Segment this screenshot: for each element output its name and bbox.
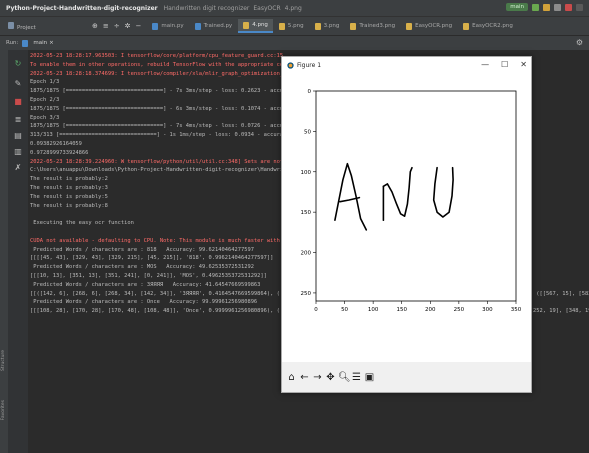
tab-label: 3.png xyxy=(323,23,340,29)
image-file-icon xyxy=(350,22,357,30)
python-run-icon xyxy=(22,39,29,47)
tab-easyocr2-png[interactable]: EasyOCR2.png xyxy=(458,19,518,33)
tab-3-png[interactable]: 3.png xyxy=(310,19,345,33)
run-config-name: main xyxy=(33,40,48,46)
figure-canvas[interactable]: 0 50 100 150 200 250 300 350 0 50 100 150 200 250 xyxy=(282,73,531,363)
settings-icon[interactable]: ✲ xyxy=(125,22,131,30)
close-tab-icon[interactable]: × xyxy=(49,40,54,46)
image-file-icon xyxy=(314,22,321,30)
y-tick-label: 200 xyxy=(301,251,312,257)
project-selector[interactable]: Project xyxy=(0,21,92,31)
branch-selector[interactable]: main xyxy=(506,3,528,11)
image-file-icon xyxy=(243,21,250,29)
window-controls: — ☐ ✕ xyxy=(481,60,527,69)
run-gutter: ↻ ✎ ■ ≣ ▤ ▥ ✗ xyxy=(8,50,28,453)
x-tick-label: 250 xyxy=(454,307,465,313)
plot-svg: 0 50 100 150 200 250 300 350 0 50 100 150 200 250 xyxy=(301,89,522,313)
tab-main-py[interactable]: main.py xyxy=(147,19,188,33)
gear-icon[interactable]: ⚙ xyxy=(576,38,583,47)
tab-label: 4.png xyxy=(252,22,268,28)
figure-window[interactable]: Figure 1 — ☐ ✕ 0 50 100 150 200 250 300 350 0 50 1… xyxy=(281,56,532,393)
x-tick-label: 0 xyxy=(314,307,318,313)
minimize-button[interactable]: — xyxy=(481,60,489,69)
layout-icon[interactable]: ≣ xyxy=(12,114,24,126)
stop-icon[interactable] xyxy=(565,3,572,11)
figure-title: Figure 1 xyxy=(297,61,322,69)
image-file-icon xyxy=(278,22,285,30)
folder-icon xyxy=(8,21,14,29)
project-selector-label: Project xyxy=(17,24,36,31)
breadcrumb-folder[interactable]: Handwritten digit recognizer xyxy=(164,5,250,12)
hide-icon[interactable]: − xyxy=(136,22,142,30)
y-tick-label: 100 xyxy=(301,170,312,176)
python-file-icon xyxy=(152,22,159,30)
back-icon[interactable]: ← xyxy=(299,372,310,383)
tab-label: main.py xyxy=(161,23,184,29)
y-tick-label: 50 xyxy=(304,129,311,135)
locate-icon[interactable]: ⊕ xyxy=(92,22,98,30)
sort-icon[interactable]: ÷ xyxy=(114,22,120,30)
x-tick-label: 150 xyxy=(396,307,407,313)
collapse-icon[interactable]: ≡ xyxy=(103,22,109,30)
tab-label: 5.png xyxy=(287,23,304,29)
tab-easyocr-png[interactable]: EasyOCR.png xyxy=(401,19,457,33)
run-icon[interactable] xyxy=(532,3,539,11)
trash-icon[interactable]: ▥ xyxy=(12,146,24,158)
y-tick-label: 0 xyxy=(308,89,312,95)
zoom-icon[interactable]: 🔍︎ xyxy=(338,372,351,383)
coverage-icon[interactable] xyxy=(554,3,561,11)
image-file-icon xyxy=(463,22,470,30)
tab-5-png[interactable]: 5.png xyxy=(274,19,309,33)
close-button[interactable]: ✕ xyxy=(520,60,527,69)
project-tools: ⊕ ≡ ÷ ✲ − xyxy=(92,22,141,30)
x-tick-label: 300 xyxy=(482,307,493,313)
tab-label: Trained.py xyxy=(203,23,233,29)
x-tick-label: 200 xyxy=(425,307,436,313)
window-titlebar: Python-Project-Handwritten-digit-recogni… xyxy=(0,0,589,16)
wrench-icon[interactable]: ✎ xyxy=(12,78,24,90)
x-tick-label: 350 xyxy=(511,307,522,313)
x-tick-label: 50 xyxy=(341,307,348,313)
y-tick-label: 150 xyxy=(301,210,312,216)
figure-toolbar: ⌂ ← → ✥ 🔍︎ ☰ ▣ xyxy=(282,362,531,392)
rerun-icon[interactable]: ↻ xyxy=(12,58,24,70)
breadcrumb-file[interactable]: 4.png xyxy=(285,5,302,12)
tab-label: Trained3.png xyxy=(359,23,396,29)
image-file-icon xyxy=(406,22,413,30)
tab-trained3-png[interactable]: Trained3.png xyxy=(345,19,400,33)
tab-trained-py[interactable]: Trained.py xyxy=(190,19,238,33)
project-name: Python-Project-Handwritten-digit-recogni… xyxy=(6,4,158,12)
tab-label: EasyOCR.png xyxy=(415,23,453,29)
python-file-icon xyxy=(194,22,201,30)
y-tick-label: 250 xyxy=(301,291,312,297)
structure-tab[interactable]: Structure xyxy=(1,350,6,371)
pan-icon[interactable]: ✥ xyxy=(325,372,336,383)
save-icon[interactable]: ▣ xyxy=(364,372,375,383)
left-tool-strip: Structure Favorites xyxy=(0,50,8,453)
forward-icon[interactable]: → xyxy=(312,372,323,383)
stop-icon[interactable]: ■ xyxy=(12,96,24,108)
titlebar-actions: main xyxy=(506,3,583,11)
run-toolwindow-header: Run: main × ⚙ xyxy=(0,36,589,50)
favorites-tab[interactable]: Favorites xyxy=(1,400,6,420)
debug-icon[interactable] xyxy=(543,3,550,11)
run-config-tab[interactable]: main × xyxy=(22,39,54,47)
plot-frame xyxy=(315,90,517,302)
editor-toolbar: Project ⊕ ≡ ÷ ✲ − main.py Trained.py 4.p… xyxy=(0,16,589,36)
pin-icon[interactable]: ✗ xyxy=(12,162,24,174)
figure-titlebar[interactable]: Figure 1 — ☐ ✕ xyxy=(282,57,531,73)
search-everywhere-icon[interactable] xyxy=(576,3,583,11)
run-label: Run: xyxy=(6,40,19,46)
breadcrumb-subfolder[interactable]: EasyOCR xyxy=(253,5,280,12)
tab-4-png[interactable]: 4.png xyxy=(238,19,273,33)
home-icon[interactable]: ⌂ xyxy=(286,372,297,383)
maximize-button[interactable]: ☐ xyxy=(501,60,508,69)
tab-label: EasyOCR2.png xyxy=(472,23,513,29)
matplotlib-icon xyxy=(287,61,294,69)
configure-icon[interactable]: ☰ xyxy=(351,372,362,383)
x-tick-label: 100 xyxy=(368,307,379,313)
print-icon[interactable]: ▤ xyxy=(12,130,24,142)
